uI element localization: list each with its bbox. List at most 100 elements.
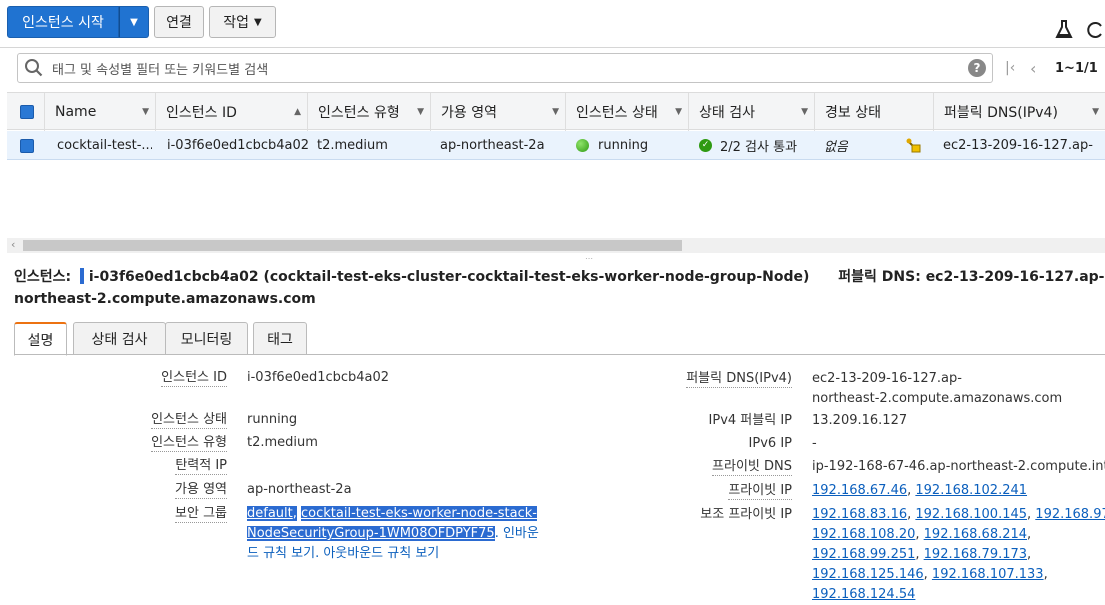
horizontal-scrollbar[interactable]: ‹ [7,238,1105,253]
detail-selection-marker [80,268,84,284]
cell-public-dns: ec2-13-209-16-127.ap-... [943,138,1093,153]
sg-default-link[interactable]: default [247,506,293,521]
connect-button[interactable]: 연결 [154,6,204,38]
ipv4-public-ip-value: 13.209.16.127 [812,413,908,428]
launch-dropdown-button[interactable]: ▼ [119,6,149,38]
caret-down-icon: ▼ [130,16,138,28]
tab-tags[interactable]: 태그 [253,322,307,355]
instance-id-label: 인스턴스 ID [161,370,227,387]
ipv6-ip-value: - [812,436,817,451]
cell-name: cocktail-test-... [57,138,152,153]
status-check-text: 2/2 검사 통과 [720,140,798,155]
column-header-availability-zone[interactable]: 가용 영역 ▼ [431,93,566,131]
sort-icon: ▼ [142,107,149,117]
detail-dns-label: 퍼블릭 DNS: [838,269,921,285]
secondary-ip-link[interactable]: 192.168.107.133 [932,567,1044,582]
first-page-icon[interactable]: |‹ [1005,60,1015,76]
secondary-ip-line-3: 192.168.99.251, 192.168.79.173, [812,547,1032,562]
actions-button[interactable]: 작업 ▼ [209,6,276,38]
tab-description[interactable]: 설명 [14,322,67,356]
column-label: 가용 영역 [441,105,497,121]
column-header-name[interactable]: Name ▼ [45,93,156,131]
sg-node-link[interactable]: cocktail-test-eks-worker-node-stack- [301,506,537,521]
column-header-instance-state[interactable]: 인스턴스 상태 ▼ [566,93,689,131]
secondary-ip-link[interactable]: 192.168.99.251 [812,547,915,562]
security-group-label: 보안 그룹 [175,506,227,523]
sort-icon: ▼ [801,107,808,117]
tab-status-checks[interactable]: 상태 검사 [73,322,166,355]
column-label: 상태 검사 [699,105,755,121]
instance-type-value: t2.medium [247,435,318,450]
sg-separator: , [292,506,297,521]
sort-icon: ▼ [417,107,424,117]
sort-asc-icon: ▲ [294,107,301,117]
row-checkbox[interactable] [20,131,34,160]
tab-monitoring[interactable]: 모니터링 [165,322,248,355]
sort-icon: ▼ [1092,107,1099,117]
detail-title-label: 인스턴스: [14,269,72,285]
private-ip-label: 프라이빗 IP [728,483,792,500]
secondary-ip-link[interactable]: 192.168.108.20 [812,527,915,542]
secondary-ip-link[interactable]: 192.168.97.81 [1035,507,1105,522]
column-header-status-check[interactable]: 상태 검사 ▼ [689,93,815,131]
help-icon[interactable]: ? [968,59,986,77]
secondary-ip-link[interactable]: 192.168.100.145 [915,507,1027,522]
actions-label: 작업 [223,15,250,31]
resize-handle[interactable]: ⋯ [585,254,595,263]
search-placeholder: 태그 및 속성별 필터 또는 키워드별 검색 [52,62,269,78]
secondary-ip-line-5: 192.168.124.54 [812,586,915,603]
rules-links[interactable]: 드 규칙 보기. 아웃바운드 규칙 보기 [247,545,439,562]
detail-title: 인스턴스: i-03f6e0ed1cbcb4a02 (cocktail-test… [14,266,1104,286]
select-all-checkbox[interactable] [7,93,45,131]
column-header-alarm-status[interactable]: 경보 상태 [815,93,934,131]
launch-instance-label: 인스턴스 시작 [22,15,104,31]
availability-zone-value: ap-northeast-2a [247,482,352,497]
private-ip-link[interactable]: 192.168.102.241 [915,483,1027,498]
detail-title-value: i-03f6e0ed1cbcb4a02 (cocktail-test-eks-c… [88,269,810,285]
pagination-text: 1~1/1 [1055,61,1098,76]
scrollbar-thumb[interactable] [23,240,682,251]
launch-instance-button[interactable]: 인스턴스 시작 [7,6,119,38]
secondary-ip-link[interactable]: 192.168.83.16 [812,507,907,522]
column-label: 인스턴스 ID [166,105,237,121]
column-label: Name [55,104,97,120]
security-group-line-1: default, cocktail-test-eks-worker-node-s… [247,505,537,522]
column-header-instance-id[interactable]: 인스턴스 ID ▲ [156,93,308,131]
instance-state-value: running [247,412,298,427]
create-alarm-icon[interactable] [905,131,923,160]
secondary-ip-link[interactable]: 192.168.124.54 [812,587,915,602]
chevron-down-icon: ▼ [254,16,262,28]
secondary-ip-link[interactable]: 192.168.68.214 [924,527,1027,542]
secondary-ip-link[interactable]: 192.168.79.173 [924,547,1027,562]
secondary-ip-link[interactable]: 192.168.125.146 [812,567,924,582]
column-header-public-dns[interactable]: 퍼블릭 DNS(IPv4) ▼ [934,93,1105,131]
private-ip-link[interactable]: 192.168.67.46 [812,483,907,498]
ipv4-public-ip-label: IPv4 퍼블릭 IP [708,413,792,428]
column-label: 인스턴스 상태 [576,105,658,121]
cell-instance-id: i-03f6e0ed1cbcb4a02 [167,138,310,153]
sg-node-link-cont[interactable]: NodeSecurityGroup-1WM08OFDPYF75 [247,526,495,541]
detail-dns-value-cont: northeast-2.compute.amazonaws.com [14,291,316,307]
table-header: Name ▼ 인스턴스 ID ▲ 인스턴스 유형 ▼ 가용 영역 ▼ 인스턴스 상태 ▼ … [7,92,1105,131]
prev-page-icon[interactable]: ‹ [1030,59,1036,78]
availability-zone-label: 가용 영역 [175,482,227,499]
connect-label: 연결 [166,15,192,31]
running-status-icon [576,139,589,152]
table-row[interactable]: cocktail-test-... i-03f6e0ed1cbcb4a02 t2… [7,131,1105,160]
instance-state-label: 인스턴스 상태 [151,412,227,429]
search-input[interactable]: 태그 및 속성별 필터 또는 키워드별 검색 ? [17,53,993,83]
sort-icon: ▼ [675,107,682,117]
check-circle-icon: ✓ [699,139,712,152]
cell-availability-zone: ap-northeast-2a [440,138,545,153]
inbound-rules-link[interactable]: . 인바운 [495,526,539,541]
cell-alarm-status: 없음 [824,140,848,155]
flask-icon[interactable] [1055,20,1073,44]
private-ip-values: 192.168.67.46, 192.168.102.241 [812,483,1028,498]
private-dns-value: ip-192-168-67-46.ap-northeast-2.compute.… [812,459,1105,474]
secondary-ip-line-2: 192.168.108.20, 192.168.68.214, [812,527,1032,542]
refresh-icon[interactable] [1087,20,1105,44]
column-label: 경보 상태 [825,105,881,121]
sort-icon: ▼ [552,107,559,117]
column-header-instance-type[interactable]: 인스턴스 유형 ▼ [308,93,431,131]
scroll-left-icon[interactable]: ‹ [11,238,15,251]
